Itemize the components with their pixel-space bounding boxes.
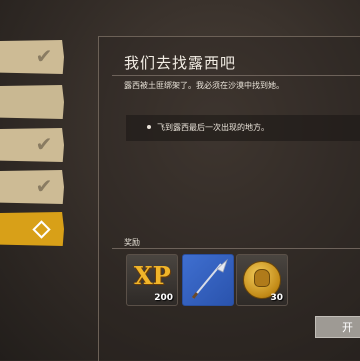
checkmark-icon: ✔ <box>35 44 53 68</box>
objective-bullet-icon <box>147 125 151 129</box>
quest-title: 我们去找露西吧 <box>124 54 237 72</box>
reward-quantity: 30 <box>270 293 283 303</box>
reward-quantity: 200 <box>154 293 173 303</box>
quest-list: ✔ ✔ ✔ <box>0 0 72 360</box>
quest-description: 露西被土匪绑架了。我必须在沙漠中找到她。 <box>124 81 284 90</box>
quest-item-1[interactable]: ✔ <box>0 40 64 74</box>
reward-gold-coin[interactable]: 30 <box>236 254 288 306</box>
quest-item-3[interactable]: ✔ <box>0 128 64 162</box>
xp-icon: XP <box>134 261 171 290</box>
quest-item-4[interactable]: ✔ <box>0 170 64 204</box>
checkmark-icon: ✔ <box>35 174 53 198</box>
skull-emblem-icon <box>254 269 270 287</box>
title-divider <box>112 75 360 76</box>
quest-item-selected[interactable] <box>0 212 64 246</box>
action-button[interactable]: 开 <box>315 316 360 338</box>
rewards-label: 奖励 <box>124 238 140 247</box>
spear-icon <box>191 258 228 299</box>
quest-objective: 飞到露西最后一次出现的地方。 <box>157 123 269 132</box>
diamond-marker-icon <box>32 220 51 239</box>
reward-xp[interactable]: XP 200 <box>126 254 178 306</box>
checkmark-icon: ✔ <box>35 132 53 156</box>
quest-item-2[interactable] <box>0 85 64 119</box>
rewards-divider <box>112 248 360 249</box>
reward-spear[interactable] <box>182 254 234 306</box>
